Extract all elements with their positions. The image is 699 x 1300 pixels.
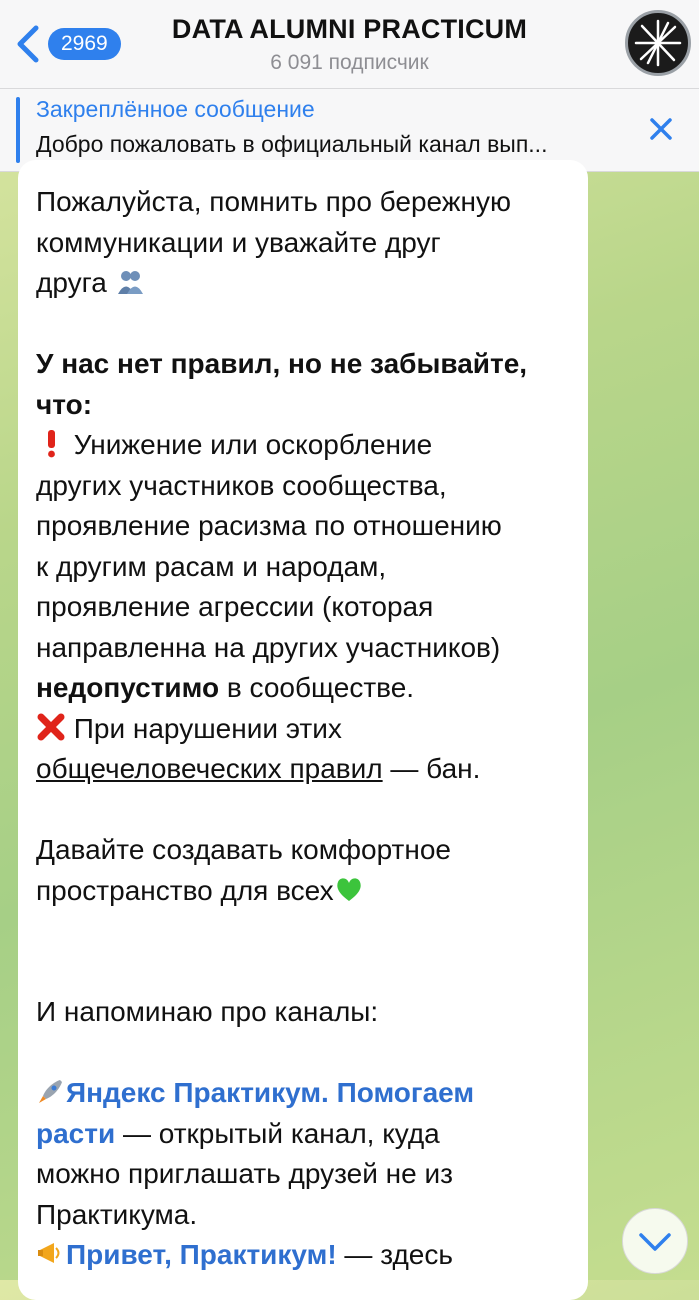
text-line: Пожалуйста, помнить про бережную	[36, 186, 511, 217]
text-line: проявление агрессии (которая	[36, 591, 434, 622]
text-line: Яндекс Практикум. Помогаем	[36, 1073, 570, 1114]
text-line: Привет, Практикум! — здесь	[36, 1235, 570, 1276]
pinned-indicator	[16, 97, 20, 163]
channel-avatar[interactable]	[625, 10, 691, 76]
text-line: недопустимо в сообществе.	[36, 672, 415, 703]
text-line: пространство для всех	[36, 871, 570, 912]
avatar-burst-icon	[634, 19, 682, 67]
chevron-down-icon	[639, 1233, 671, 1251]
text-line: проявление расизма по отношению	[36, 510, 502, 541]
text-line: друга	[36, 263, 570, 304]
text-line: можно приглашать друзей не из	[36, 1158, 453, 1189]
text-line: Давайте создавать комфортное	[36, 834, 451, 865]
megaphone-emoji	[38, 1243, 60, 1263]
message-bubble: Пожалуйста, помнить про бережную коммуни…	[18, 160, 588, 1300]
subscriber-count: 6 091 подписчик	[270, 51, 429, 74]
pinned-title: Закреплённое сообщение	[36, 96, 315, 122]
text-line: У нас нет правил, но не забывайте,	[36, 348, 528, 379]
green-heart-emoji	[336, 877, 361, 901]
rocket-emoji	[39, 1080, 62, 1103]
channel-title[interactable]: DATA ALUMNI PRACTICUM	[0, 14, 699, 45]
text-line: расти — открытый канал, куда	[36, 1117, 440, 1149]
scroll-down-button[interactable]	[622, 1208, 688, 1274]
text-line: Практикума.	[36, 1198, 198, 1230]
channel-link-yandex[interactable]: Яндекс Практикум. Помогаем	[66, 1077, 474, 1108]
text-line: других участников сообщества,	[36, 469, 447, 501]
rules-link[interactable]: общечеловеческих правил	[36, 753, 383, 784]
text-line: к другим расам и народам,	[36, 550, 387, 582]
text-line: И напоминаю про каналы:	[36, 996, 379, 1027]
hugging-people-emoji	[117, 271, 143, 294]
text-line: коммуникации и уважайте друг	[36, 226, 441, 258]
text-line: что:	[36, 388, 93, 420]
message-text: Пожалуйста, помнить про бережную коммуни…	[36, 182, 570, 1276]
pinned-preview: Добро пожаловать в официальный канал вып…	[36, 131, 548, 157]
text-line: При нарушении этих	[36, 709, 570, 750]
channel-link-yandex-cont[interactable]: расти	[36, 1118, 115, 1149]
text-line: Унижение или оскорбление	[36, 425, 570, 466]
channel-link-privet[interactable]: Привет, Практикум!	[66, 1239, 337, 1270]
exclamation-emoji	[48, 430, 55, 458]
text-line: направленна на других участников)	[36, 631, 501, 663]
chat-header: 2969 DATA ALUMNI PRACTICUM 6 091 подписч…	[0, 0, 699, 89]
text-line: общечеловеческих правил — бан.	[36, 753, 481, 784]
cross-mark-emoji	[37, 713, 65, 740]
close-icon[interactable]	[645, 113, 677, 145]
